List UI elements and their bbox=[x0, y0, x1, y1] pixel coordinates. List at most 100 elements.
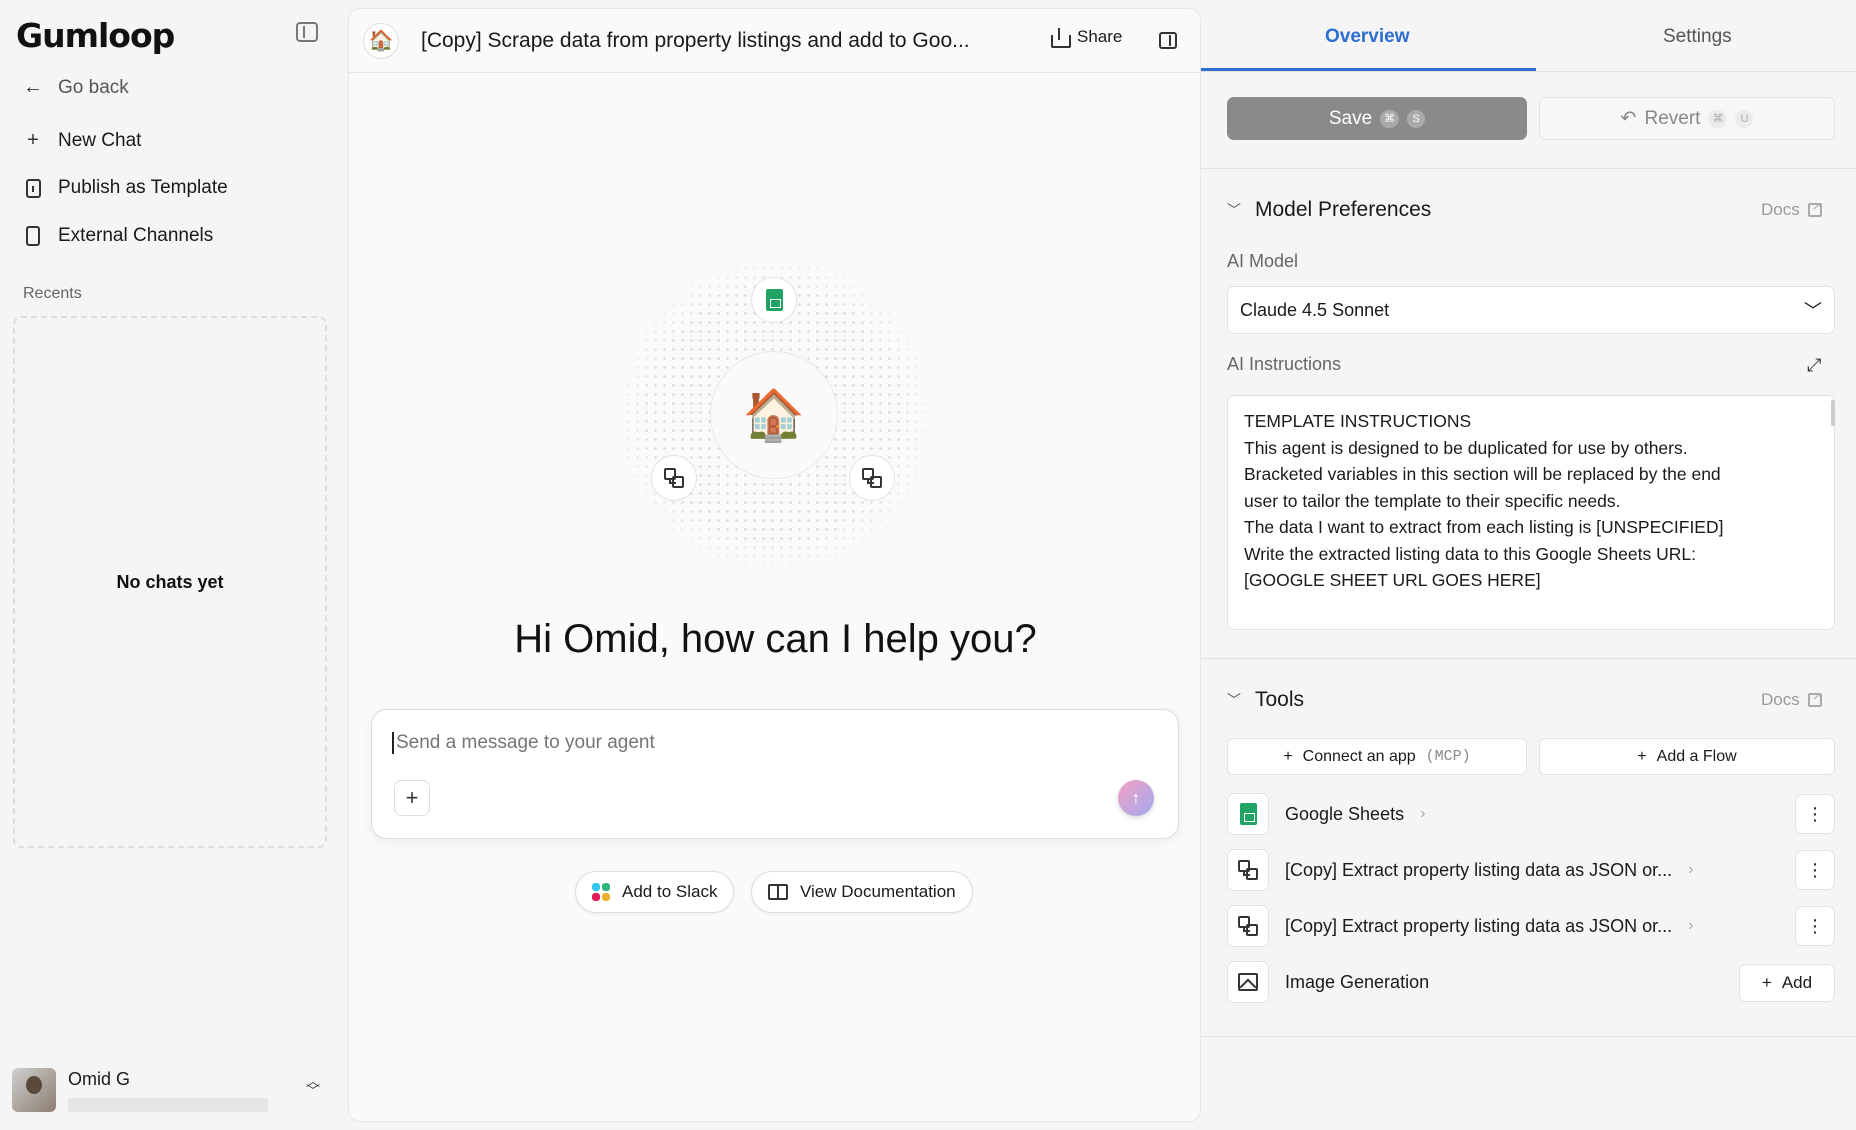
sidebar-collapse-icon[interactable] bbox=[296, 22, 318, 42]
ai-model-label: AI Model bbox=[1227, 251, 1299, 271]
instruction-line: user to tailor the template to their spe… bbox=[1244, 490, 1621, 511]
divider bbox=[1201, 658, 1856, 659]
expand-icon[interactable]: ⤢ bbox=[1807, 355, 1821, 376]
command-key-badge: ⌘ bbox=[1380, 109, 1400, 128]
recents-list: No chats yet bbox=[13, 316, 327, 848]
chevron-down-icon: ﹀ bbox=[1804, 301, 1822, 321]
view-documentation-label: View Documentation bbox=[800, 882, 956, 901]
model-docs-link[interactable]: Docs bbox=[1761, 199, 1822, 220]
chat-header: 🏠 [Copy] Scrape data from property listi… bbox=[349, 9, 1200, 73]
docs-label: Docs bbox=[1761, 200, 1800, 219]
ai-instructions-textarea[interactable]: TEMPLATE INSTRUCTIONS This agent is desi… bbox=[1227, 395, 1835, 630]
message-composer: + ↑ bbox=[371, 709, 1179, 839]
go-back-label: Go back bbox=[58, 76, 129, 98]
agent-settings-panel: Overview Settings Save ⌘ S ↶ Revert ⌘ U … bbox=[1201, 0, 1856, 1130]
ai-model-select[interactable]: Claude 4.5 Sonnet ﹀ bbox=[1227, 286, 1835, 334]
publish-template-label: Publish as Template bbox=[58, 177, 228, 198]
tool-item[interactable]: [Copy] Extract property listing data as … bbox=[1227, 848, 1835, 892]
connect-app-label: Connect an app bbox=[1302, 747, 1416, 765]
empty-chats-message: No chats yet bbox=[116, 571, 224, 592]
user-menu[interactable]: Omid G bbox=[12, 1068, 268, 1112]
add-to-slack-label: Add to Slack bbox=[622, 882, 718, 901]
external-channels-button[interactable]: External Channels bbox=[22, 225, 213, 247]
tools-title: Tools bbox=[1255, 688, 1305, 711]
s-key-badge: S bbox=[1407, 109, 1426, 128]
user-name: Omid G bbox=[68, 1068, 131, 1089]
instruction-line: This agent is designed to be duplicated … bbox=[1244, 437, 1688, 458]
external-channels-label: External Channels bbox=[58, 225, 214, 246]
sidebar: Gumloop ← Go back + New Chat Publish as … bbox=[0, 0, 348, 1130]
divider bbox=[1201, 1036, 1856, 1037]
flow-icon bbox=[1227, 849, 1269, 891]
share-button[interactable]: Share bbox=[1051, 27, 1122, 48]
slack-icon bbox=[592, 883, 610, 901]
book-icon bbox=[768, 884, 788, 900]
chevron-down-icon: ﹀ bbox=[1227, 692, 1241, 708]
tool-item[interactable]: Google Sheets › ⋮ bbox=[1227, 792, 1835, 836]
add-flow-button[interactable]: + Add a Flow bbox=[1539, 738, 1835, 775]
active-tab-indicator bbox=[1201, 68, 1536, 71]
chat-panel: 🏠 [Copy] Scrape data from property listi… bbox=[348, 8, 1201, 1122]
arrow-up-icon: ↑ bbox=[1131, 787, 1141, 808]
tab-overview[interactable]: Overview bbox=[1325, 26, 1410, 48]
go-back-link[interactable]: ← Go back bbox=[22, 76, 129, 99]
save-label: Save bbox=[1328, 107, 1373, 129]
textarea-scrollbar[interactable] bbox=[1831, 400, 1835, 426]
save-button[interactable]: Save ⌘ S bbox=[1227, 97, 1527, 140]
publish-template-button[interactable]: Publish as Template bbox=[22, 177, 228, 199]
agent-avatar-icon: 🏠 bbox=[363, 22, 399, 59]
instruction-line: Bracketed variables in this section will… bbox=[1244, 464, 1721, 484]
agent-title: [Copy] Scrape data from property listing… bbox=[421, 28, 970, 52]
new-chat-label: New Chat bbox=[58, 129, 142, 151]
tool-item[interactable]: [Copy] Extract property listing data as … bbox=[1227, 904, 1835, 948]
more-options-button[interactable]: ⋮ bbox=[1795, 794, 1835, 834]
mcp-label: (MCP) bbox=[1425, 748, 1471, 765]
add-to-slack-button[interactable]: Add to Slack bbox=[575, 871, 735, 913]
ai-instructions-label: AI Instructions bbox=[1227, 354, 1342, 374]
phone-icon bbox=[22, 226, 44, 246]
more-options-button[interactable]: ⋮ bbox=[1795, 906, 1835, 946]
instruction-line: TEMPLATE INSTRUCTIONS bbox=[1244, 411, 1472, 431]
tool-name: Image Generation bbox=[1285, 971, 1430, 992]
model-preferences-toggle[interactable]: ﹀ Model Preferences bbox=[1227, 198, 1431, 222]
external-link-icon bbox=[1807, 689, 1822, 707]
revert-label: Revert bbox=[1644, 107, 1701, 129]
settings-tabs: Overview Settings bbox=[1201, 0, 1856, 72]
chevron-right-icon: › bbox=[1688, 917, 1694, 934]
new-chat-button[interactable]: + New Chat bbox=[22, 129, 141, 152]
flow-orbit-icon bbox=[849, 455, 895, 501]
recents-label: Recents bbox=[23, 285, 82, 302]
greeting-heading: Hi Omid, how can I help you? bbox=[514, 617, 1037, 661]
google-sheets-icon bbox=[1227, 793, 1269, 835]
plus-icon: + bbox=[27, 129, 39, 151]
revert-button[interactable]: ↶ Revert ⌘ U bbox=[1539, 97, 1835, 140]
chevron-down-icon: ﹀ bbox=[1227, 202, 1241, 218]
tool-name: [Copy] Extract property listing data as … bbox=[1285, 915, 1673, 936]
tools-toggle[interactable]: ﹀ Tools bbox=[1227, 688, 1304, 712]
plus-icon: + bbox=[1761, 973, 1772, 992]
attach-plus-button[interactable]: + bbox=[394, 780, 430, 816]
gumloop-logo[interactable]: Gumloop bbox=[16, 16, 175, 55]
google-sheets-orbit-icon bbox=[751, 277, 797, 323]
send-button[interactable]: ↑ bbox=[1118, 780, 1154, 816]
flow-orbit-icon bbox=[651, 455, 697, 501]
tab-settings[interactable]: Settings bbox=[1663, 26, 1732, 48]
ai-model-value: Claude 4.5 Sonnet bbox=[1240, 299, 1390, 320]
view-documentation-button[interactable]: View Documentation bbox=[751, 871, 973, 913]
panel-toggle-icon[interactable] bbox=[1159, 32, 1177, 49]
add-image-generation-button[interactable]: + Add bbox=[1739, 964, 1835, 1002]
add-flow-label: Add a Flow bbox=[1656, 747, 1737, 765]
avatar bbox=[12, 1068, 56, 1112]
plus-icon: + bbox=[1637, 747, 1647, 765]
message-input[interactable] bbox=[392, 732, 1092, 754]
document-upload-icon bbox=[22, 178, 44, 198]
instruction-line: The data I want to extract from each lis… bbox=[1244, 517, 1724, 537]
connect-app-button[interactable]: + Connect an app (MCP) bbox=[1227, 738, 1527, 775]
more-options-button[interactable]: ⋮ bbox=[1795, 850, 1835, 890]
external-link-icon bbox=[1807, 199, 1822, 217]
chevron-up-down-icon[interactable]: ︿ ﹀ bbox=[306, 1074, 320, 1098]
tools-docs-link[interactable]: Docs bbox=[1761, 689, 1822, 710]
plus-icon: + bbox=[1283, 747, 1293, 765]
tool-item: Image Generation + Add bbox=[1227, 960, 1835, 1004]
u-key-badge: U bbox=[1735, 109, 1754, 128]
